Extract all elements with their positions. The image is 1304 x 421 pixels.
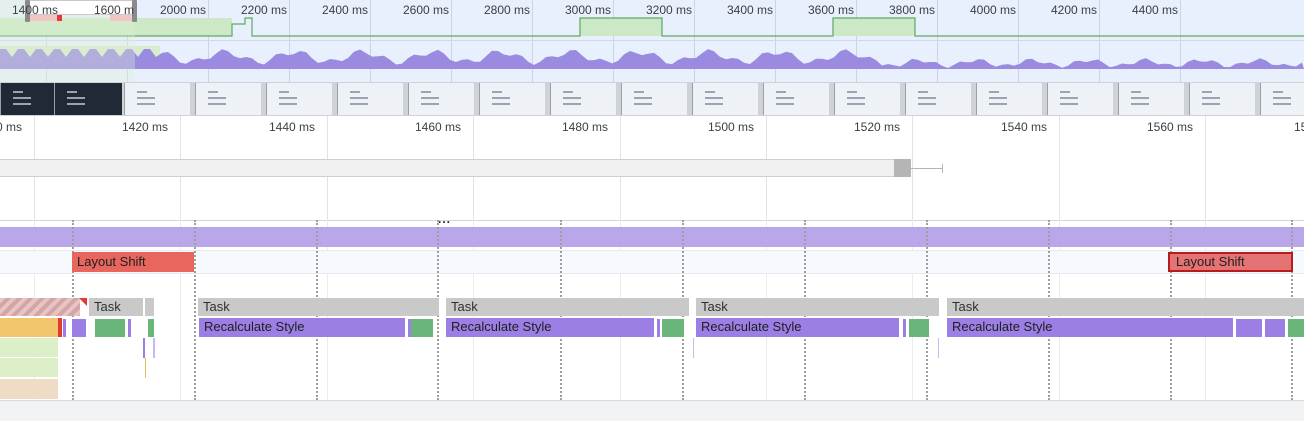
- layout-shift-event-selected[interactable]: Layout Shift: [1168, 252, 1293, 272]
- small-activity: [63, 319, 66, 337]
- cpu-activity-chart: [0, 46, 1304, 69]
- small-activity: [903, 319, 906, 337]
- filmstrip-thumbnail[interactable]: [1047, 83, 1113, 115]
- function-call-bar[interactable]: [0, 358, 58, 377]
- timeline-footer: [0, 400, 1304, 421]
- paint-event[interactable]: [1288, 319, 1304, 337]
- sub-event: [153, 338, 155, 358]
- script-warning-marker: [58, 318, 62, 337]
- task-bar[interactable]: Task: [198, 298, 439, 316]
- task-bar[interactable]: Task: [696, 298, 939, 316]
- filmstrip-thumbnail[interactable]: [54, 83, 122, 115]
- filmstrip-thumbnail[interactable]: [479, 83, 545, 115]
- small-activity: [128, 319, 131, 337]
- ruler-tick-label: 1460 ms: [415, 120, 462, 134]
- long-task-hatched[interactable]: [0, 298, 80, 316]
- layout-shift-marker: [57, 15, 62, 21]
- task-bar[interactable]: Task: [89, 298, 143, 316]
- ruler-tick-label: 1520 ms: [854, 120, 901, 134]
- sub-event: [143, 338, 145, 358]
- recalculate-style-bar[interactable]: Recalculate Style: [199, 318, 405, 337]
- track-overflow-indicator: ...: [438, 212, 452, 226]
- network-request-block: [833, 18, 915, 36]
- network-activity-track: [0, 17, 1304, 37]
- recalculate-style-bar[interactable]: Recalculate Style: [446, 318, 654, 337]
- ruler-tick-label: 1500 ms: [708, 120, 755, 134]
- network-request-whisker: [911, 168, 943, 169]
- flame-gridline: [180, 220, 181, 400]
- ruler-gridline: [1205, 116, 1206, 220]
- task-bar-small[interactable]: [145, 298, 154, 316]
- filmstrip-thumbnail[interactable]: [124, 83, 190, 115]
- small-activity: [657, 319, 660, 337]
- filmstrip-thumbnail[interactable]: [195, 83, 261, 115]
- paint-event[interactable]: [909, 319, 929, 337]
- network-request-whisker-cap: [942, 164, 943, 173]
- ruler-tick-label: 1540 ms: [1001, 120, 1048, 134]
- filmstrip-thumbnail[interactable]: [905, 83, 971, 115]
- network-request-bar[interactable]: [0, 159, 908, 177]
- paint-event[interactable]: [95, 319, 125, 337]
- paint-event[interactable]: [662, 319, 684, 337]
- layout-shift-event[interactable]: Layout Shift: [72, 252, 194, 272]
- paint-event[interactable]: [411, 319, 433, 337]
- layout-shift-marker: [110, 15, 132, 21]
- filmstrip-thumbnail[interactable]: [550, 83, 616, 115]
- task-bar[interactable]: Task: [446, 298, 689, 316]
- ruler-tick-label: 1440 ms: [269, 120, 316, 134]
- filmstrip-thumbnail[interactable]: [266, 83, 332, 115]
- filmstrip-thumbnail[interactable]: [337, 83, 403, 115]
- small-activity: [1236, 319, 1262, 337]
- sub-event: [938, 338, 939, 358]
- long-task-warning-icon: [79, 298, 87, 306]
- filmstrip-thumbnail[interactable]: [621, 83, 687, 115]
- filmstrip-thumbnail[interactable]: [1118, 83, 1184, 115]
- sub-event: [693, 338, 694, 358]
- ruler-tick-label: 1560 ms: [1147, 120, 1194, 134]
- task-bar[interactable]: Task: [947, 298, 1304, 316]
- filmstrip-thumbnail[interactable]: [408, 83, 474, 115]
- network-request-end: [894, 159, 911, 177]
- function-call-bar[interactable]: [0, 338, 58, 357]
- filmstrip-thumbnail[interactable]: [976, 83, 1042, 115]
- ruler-tick-label: 1400 ms: [0, 120, 23, 134]
- ruler-tick-label: 1420 ms: [122, 120, 169, 134]
- paint-event[interactable]: [148, 319, 154, 337]
- cpu-usage-area: [0, 49, 1304, 69]
- layout-shift-marker: [30, 15, 57, 21]
- filmstrip-thumbnail[interactable]: [692, 83, 758, 115]
- ruler-tick-label: 1580 ms: [1294, 120, 1304, 134]
- small-activity: [72, 319, 86, 337]
- small-activity: [1265, 319, 1285, 337]
- recalculate-style-bar[interactable]: Recalculate Style: [696, 318, 899, 337]
- sub-event: [145, 358, 146, 378]
- ruler-gridline: [1059, 116, 1060, 220]
- ruler-tick-label: 1480 ms: [562, 120, 609, 134]
- filmstrip-thumbnail[interactable]: [1189, 83, 1255, 115]
- filmstrip-thumbnail[interactable]: [1260, 83, 1304, 115]
- recalculate-style-bar[interactable]: Recalculate Style: [947, 318, 1233, 337]
- function-call-bar[interactable]: [0, 379, 58, 399]
- script-evaluation-bar[interactable]: [0, 318, 58, 337]
- filmstrip-thumbnail[interactable]: [763, 83, 829, 115]
- filmstrip-thumbnail[interactable]: [834, 83, 900, 115]
- frame-boundary-line: [194, 220, 196, 400]
- network-request-block: [580, 18, 662, 36]
